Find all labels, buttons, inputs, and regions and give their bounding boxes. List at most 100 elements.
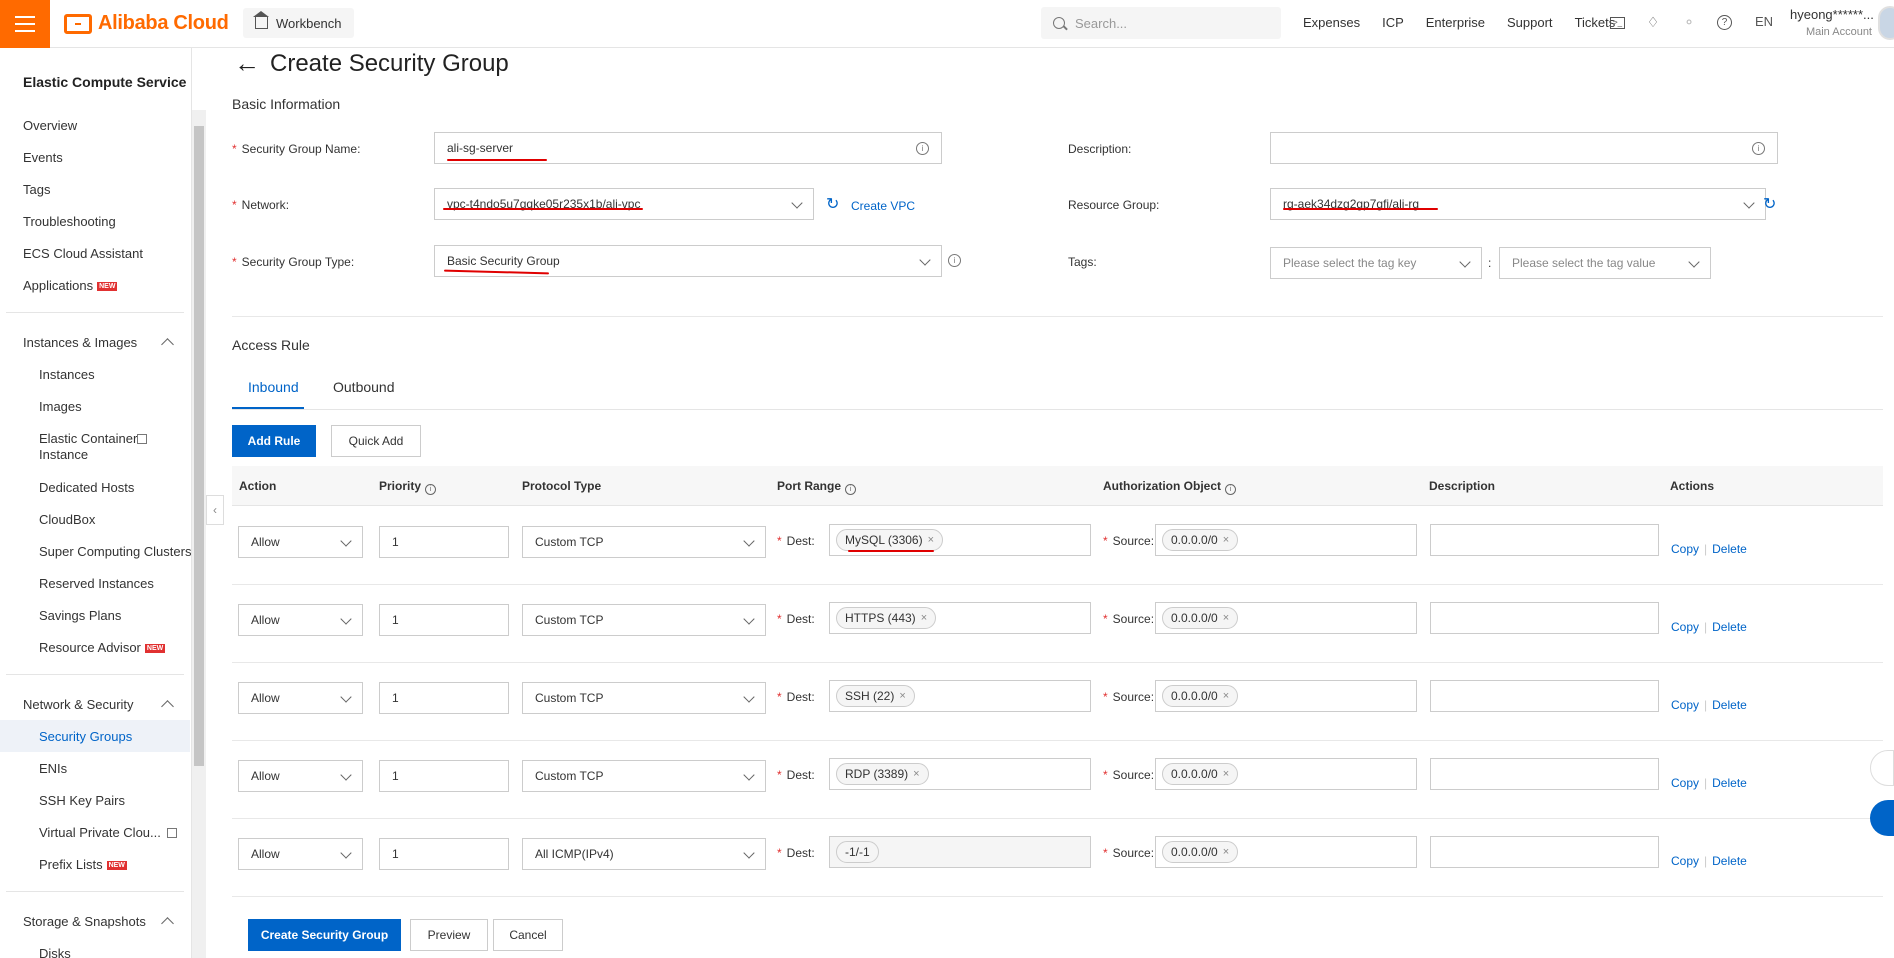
copy-rule-link[interactable]: Copy xyxy=(1671,854,1699,868)
remove-chip-icon[interactable]: × xyxy=(913,768,919,780)
rule-description-input[interactable] xyxy=(1430,836,1659,868)
description-input[interactable]: i xyxy=(1270,132,1778,164)
sidebar-item-cloudbox[interactable]: CloudBox xyxy=(39,512,95,527)
cancel-button[interactable]: Cancel xyxy=(493,919,563,951)
refresh-icon[interactable]: ↻ xyxy=(1763,194,1776,214)
rule-port-range-input[interactable]: RDP (3389) × xyxy=(829,758,1091,790)
remove-chip-icon[interactable]: × xyxy=(921,612,927,624)
alibaba-cloud-logo[interactable]: Alibaba Cloud xyxy=(64,12,229,35)
nav-enterprise[interactable]: Enterprise xyxy=(1426,15,1485,30)
chevron-up-icon[interactable] xyxy=(161,700,174,713)
rule-priority-input[interactable]: 1 xyxy=(379,604,509,636)
delete-rule-link[interactable]: Delete xyxy=(1712,620,1747,634)
sidebar-section-network-security[interactable]: Network & Security xyxy=(23,697,134,712)
terminal-icon[interactable]: >_ xyxy=(1610,17,1625,29)
info-icon[interactable]: i xyxy=(916,142,929,155)
language-switch[interactable]: EN xyxy=(1752,14,1776,30)
rule-protocol-select[interactable]: All ICMP(IPv4) xyxy=(522,838,766,870)
info-icon[interactable]: i xyxy=(845,484,857,495)
info-icon[interactable]: i xyxy=(1752,142,1765,155)
back-arrow-icon[interactable]: ← xyxy=(234,48,260,79)
menu-icon[interactable] xyxy=(0,0,50,48)
rule-port-range-input[interactable]: HTTPS (443) × xyxy=(829,602,1091,634)
remove-chip-icon[interactable]: × xyxy=(1223,534,1229,546)
tab-inbound[interactable]: Inbound xyxy=(248,379,299,395)
info-icon[interactable]: i xyxy=(425,484,437,495)
avatar[interactable] xyxy=(1878,6,1894,40)
rule-action-select[interactable]: Allow xyxy=(238,682,363,714)
tag-key-select[interactable]: Please select the tag key xyxy=(1270,247,1482,279)
collapse-sidebar-button[interactable]: ‹ xyxy=(206,495,224,525)
sidebar-item-applications[interactable]: Applications NEW xyxy=(23,278,118,293)
rule-priority-input[interactable]: 1 xyxy=(379,682,509,714)
sidebar-item-troubleshooting[interactable]: Troubleshooting xyxy=(23,214,116,229)
sidebar-item-images[interactable]: Images xyxy=(39,399,82,414)
copy-rule-link[interactable]: Copy xyxy=(1671,620,1699,634)
rule-source-input[interactable]: 0.0.0.0/0 × xyxy=(1155,680,1417,712)
rule-protocol-select[interactable]: Custom TCP xyxy=(522,682,766,714)
scrollbar-thumb[interactable] xyxy=(194,126,204,766)
rule-priority-input[interactable]: 1 xyxy=(379,526,509,558)
rule-port-range-input[interactable]: -1/-1 xyxy=(829,836,1091,868)
sidebar-item-prefix-lists[interactable]: Prefix Lists NEW xyxy=(39,857,127,872)
tag-value-select[interactable]: Please select the tag value xyxy=(1499,247,1711,279)
help-icon[interactable]: ? xyxy=(1717,15,1732,30)
rule-action-select[interactable]: Allow xyxy=(238,838,363,870)
nav-support[interactable]: Support xyxy=(1507,15,1553,30)
info-icon[interactable]: i xyxy=(1225,484,1236,495)
sidebar-item-resource-advisor[interactable]: Resource Advisor NEW xyxy=(39,640,166,655)
nav-icp[interactable]: ICP xyxy=(1382,15,1404,30)
remove-chip-icon[interactable]: × xyxy=(928,534,934,546)
remove-chip-icon[interactable]: × xyxy=(1223,846,1229,858)
create-vpc-link[interactable]: Create VPC xyxy=(851,199,915,213)
copy-rule-link[interactable]: Copy xyxy=(1671,698,1699,712)
rule-protocol-select[interactable]: Custom TCP xyxy=(522,526,766,558)
create-security-group-button[interactable]: Create Security Group xyxy=(248,919,401,951)
preview-button[interactable]: Preview xyxy=(410,919,488,951)
sidebar-item-overview[interactable]: Overview xyxy=(23,118,77,133)
sidebar-item-enis[interactable]: ENIs xyxy=(39,761,67,776)
sidebar-item-virtual-private-cloud[interactable]: Virtual Private Clou... xyxy=(39,825,177,840)
rule-protocol-select[interactable]: Custom TCP xyxy=(522,760,766,792)
sidebar-item-savings-plans[interactable]: Savings Plans xyxy=(39,608,121,623)
rule-protocol-select[interactable]: Custom TCP xyxy=(522,604,766,636)
rule-description-input[interactable] xyxy=(1430,758,1659,790)
chevron-up-icon[interactable] xyxy=(161,917,174,930)
sidebar-item-events[interactable]: Events xyxy=(23,150,63,165)
search-input[interactable]: Search... xyxy=(1041,7,1281,39)
remove-chip-icon[interactable]: × xyxy=(1223,612,1229,624)
sidebar-item-disks[interactable]: Disks xyxy=(39,946,71,958)
add-rule-button[interactable]: Add Rule xyxy=(232,425,316,457)
rule-source-input[interactable]: 0.0.0.0/0 × xyxy=(1155,758,1417,790)
sidebar-item-ecs-cloud-assistant[interactable]: ECS Cloud Assistant xyxy=(23,246,143,261)
sidebar-scrollbar[interactable] xyxy=(192,110,206,958)
network-select[interactable]: vpc-t4ndo5u7gqke05r235x1b/ali-vpc xyxy=(434,188,814,220)
chevron-up-icon[interactable] xyxy=(161,338,174,351)
rule-description-input[interactable] xyxy=(1430,680,1659,712)
copy-rule-link[interactable]: Copy xyxy=(1671,542,1699,556)
bell-icon[interactable]: ♢ xyxy=(1645,14,1661,30)
sidebar-item-elastic-container-instance[interactable]: Elastic Container Instance xyxy=(39,431,159,463)
sidebar-section-instances-images[interactable]: Instances & Images xyxy=(23,335,137,350)
sidebar-item-instances[interactable]: Instances xyxy=(39,367,95,382)
rule-priority-input[interactable]: 1 xyxy=(379,760,509,792)
rule-source-input[interactable]: 0.0.0.0/0 × xyxy=(1155,836,1417,868)
info-icon[interactable]: i xyxy=(948,254,961,267)
sidebar-item-tags[interactable]: Tags xyxy=(23,182,50,197)
nav-expenses[interactable]: Expenses xyxy=(1303,15,1360,30)
sidebar-item-ssh-key-pairs[interactable]: SSH Key Pairs xyxy=(39,793,125,808)
delete-rule-link[interactable]: Delete xyxy=(1712,776,1747,790)
resource-group-select[interactable]: rg-aek34dzg2gp7gfi/ali-rg xyxy=(1270,188,1766,220)
rule-source-input[interactable]: 0.0.0.0/0 × xyxy=(1155,602,1417,634)
rule-source-input[interactable]: 0.0.0.0/0 × xyxy=(1155,524,1417,556)
sidebar-item-reserved-instances[interactable]: Reserved Instances xyxy=(39,576,154,591)
copy-rule-link[interactable]: Copy xyxy=(1671,776,1699,790)
rule-action-select[interactable]: Allow xyxy=(238,526,363,558)
delete-rule-link[interactable]: Delete xyxy=(1712,854,1747,868)
refresh-icon[interactable]: ↻ xyxy=(826,194,839,214)
delete-rule-link[interactable]: Delete xyxy=(1712,542,1747,556)
rule-priority-input[interactable]: 1 xyxy=(379,838,509,870)
tab-outbound[interactable]: Outbound xyxy=(333,379,395,395)
sidebar-section-storage-snapshots[interactable]: Storage & Snapshots xyxy=(23,914,146,929)
lightbulb-icon[interactable]: ⚬ xyxy=(1681,14,1697,30)
